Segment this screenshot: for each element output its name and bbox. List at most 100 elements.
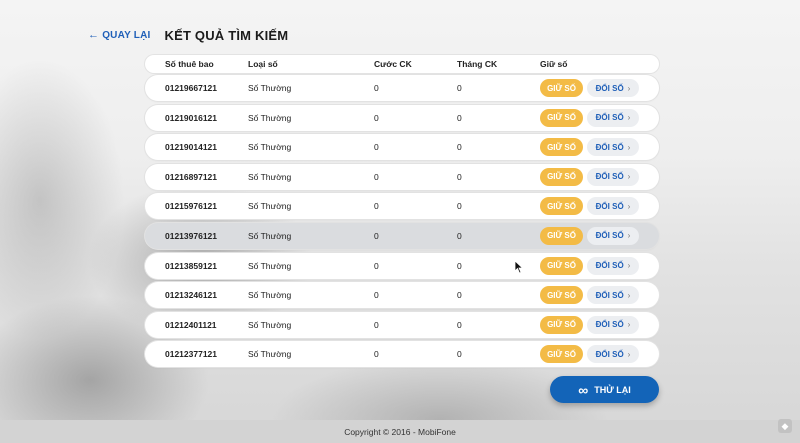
phone-number: 01213859121	[165, 260, 218, 271]
table-row: 01216897121 Số Thường 0 0 GIỮ SỐ ĐỔI SỐ ›	[145, 163, 659, 190]
number-type: Số Thường	[248, 230, 292, 241]
retry-label: THỬ LẠI	[594, 384, 631, 395]
keep-number-button[interactable]: GIỮ SỐ	[540, 226, 583, 245]
scroll-top-icon[interactable]: ◆	[778, 419, 792, 433]
fee-value: 0	[374, 112, 379, 123]
table-row: 01219016121 Số Thường 0 0 GIỮ SỐ ĐỔI SỐ ›	[145, 104, 659, 131]
change-label: ĐỔI SỐ	[595, 172, 624, 182]
keep-number-button[interactable]: GIỮ SỐ	[540, 167, 583, 186]
retry-button[interactable]: ∞ THỬ LẠI	[550, 376, 659, 403]
keep-label: GIỮ SỐ	[547, 83, 576, 93]
table-row: 01219667121 Số Thường 0 0 GIỮ SỐ ĐỔI SỐ ›	[145, 75, 659, 101]
keep-number-button[interactable]: GIỮ SỐ	[540, 286, 583, 305]
change-number-button[interactable]: ĐỔI SỐ ›	[587, 79, 639, 97]
months-value: 0	[457, 319, 462, 330]
number-type: Số Thường	[248, 83, 292, 93]
copyright-text: Copyright © 2016 - MobiFone	[344, 426, 456, 437]
phone-number: 01216897121	[165, 171, 218, 182]
number-type: Số Thường	[248, 260, 292, 271]
fee-value: 0	[374, 260, 379, 271]
fee-value: 0	[374, 142, 379, 153]
months-value: 0	[457, 201, 462, 212]
footer: Copyright © 2016 - MobiFone	[0, 420, 800, 443]
column-header-keep: Giữ số	[540, 59, 568, 69]
keep-number-button[interactable]: GIỮ SỐ	[540, 108, 583, 127]
change-label: ĐỔI SỐ	[595, 113, 624, 123]
chevron-right-icon: ›	[627, 142, 631, 152]
change-label: ĐỔI SỐ	[595, 320, 624, 330]
change-label: ĐỔI SỐ	[595, 261, 624, 271]
keep-number-button[interactable]: GIỮ SỐ	[540, 79, 583, 97]
fee-value: 0	[374, 83, 379, 93]
keep-label: GIỮ SỐ	[547, 261, 576, 271]
months-value: 0	[457, 142, 462, 153]
number-type: Số Thường	[248, 112, 292, 123]
number-type: Số Thường	[248, 142, 292, 153]
change-label: ĐỔI SỐ	[595, 290, 624, 300]
phone-number: 01219016121	[165, 112, 218, 123]
table-row: 01213976121 Số Thường 0 0 GIỮ SỐ ĐỔI SỐ ›	[145, 222, 659, 249]
table-row: 01212401121 Số Thường 0 0 GIỮ SỐ ĐỔI SỐ ›	[145, 311, 659, 338]
back-link[interactable]: ← QUAY LẠI	[88, 29, 150, 41]
keep-number-button[interactable]: GIỮ SỐ	[540, 197, 583, 216]
keep-number-button[interactable]: GIỮ SỐ	[540, 315, 583, 334]
column-header-number: Số thuê bao	[165, 59, 214, 69]
number-type: Số Thường	[248, 349, 292, 360]
table-row: 01219014121 Số Thường 0 0 GIỮ SỐ ĐỔI SỐ ›	[145, 134, 659, 161]
fee-value: 0	[374, 171, 379, 182]
keep-label: GIỮ SỐ	[547, 113, 576, 123]
column-header-months: Tháng CK	[457, 59, 498, 69]
months-value: 0	[457, 290, 462, 301]
table-row: 01213246121 Số Thường 0 0 GIỮ SỐ ĐỔI SỐ ›	[145, 282, 659, 309]
change-label: ĐỔI SỐ	[595, 83, 624, 93]
change-number-button[interactable]: ĐỔI SỐ ›	[587, 226, 639, 245]
phone-number: 01219667121	[165, 83, 218, 93]
phone-number: 01212401121	[165, 319, 217, 330]
fee-value: 0	[374, 201, 379, 212]
change-number-button[interactable]: ĐỔI SỐ ›	[587, 197, 639, 216]
change-number-button[interactable]: ĐỔI SỐ ›	[587, 315, 639, 334]
chevron-right-icon: ›	[627, 83, 631, 93]
months-value: 0	[457, 83, 462, 93]
mouse-cursor-icon	[514, 260, 524, 274]
change-label: ĐỔI SỐ	[595, 349, 624, 359]
keep-number-button[interactable]: GIỮ SỐ	[540, 345, 583, 364]
chevron-right-icon: ›	[627, 320, 631, 330]
keep-number-button[interactable]: GIỮ SỐ	[540, 138, 583, 157]
fee-value: 0	[374, 349, 379, 360]
change-label: ĐỔI SỐ	[595, 231, 624, 241]
number-type: Số Thường	[248, 319, 292, 330]
infinity-icon: ∞	[578, 381, 589, 398]
months-value: 0	[457, 260, 462, 271]
column-header-fee: Cước CK	[374, 59, 412, 69]
table-row: 01213859121 Số Thường 0 0 GIỮ SỐ ĐỔI SỐ ›	[145, 252, 659, 279]
keep-number-button[interactable]: GIỮ SỐ	[540, 256, 583, 275]
change-number-button[interactable]: ĐỔI SỐ ›	[587, 108, 639, 127]
phone-number: 01213246121	[165, 290, 218, 301]
table-row: 01212377121 Số Thường 0 0 GIỮ SỐ ĐỔI SỐ ›	[145, 341, 659, 368]
chevron-right-icon: ›	[627, 201, 631, 211]
change-number-button[interactable]: ĐỔI SỐ ›	[587, 286, 639, 305]
change-label: ĐỔI SỐ	[595, 201, 624, 211]
change-number-button[interactable]: ĐỔI SỐ ›	[587, 256, 639, 275]
arrow-left-icon: ←	[88, 29, 100, 41]
change-number-button[interactable]: ĐỔI SỐ ›	[587, 345, 639, 364]
keep-label: GIỮ SỐ	[547, 231, 576, 241]
phone-number: 01219014121	[165, 142, 218, 153]
change-label: ĐỔI SỐ	[595, 142, 624, 152]
number-type: Số Thường	[248, 171, 292, 182]
chevron-right-icon: ›	[627, 261, 631, 271]
months-value: 0	[457, 171, 462, 182]
chevron-right-icon: ›	[627, 113, 631, 123]
keep-label: GIỮ SỐ	[547, 320, 576, 330]
keep-label: GIỮ SỐ	[547, 142, 576, 152]
months-value: 0	[457, 349, 462, 360]
change-number-button[interactable]: ĐỔI SỐ ›	[587, 167, 639, 186]
phone-number: 01213976121	[165, 230, 218, 241]
change-number-button[interactable]: ĐỔI SỐ ›	[587, 138, 639, 157]
phone-number: 01212377121	[165, 349, 218, 360]
back-label: QUAY LẠI	[102, 29, 151, 41]
chevron-right-icon: ›	[627, 290, 631, 300]
chevron-right-icon: ›	[627, 349, 631, 359]
phone-number: 01215976121	[165, 201, 218, 212]
